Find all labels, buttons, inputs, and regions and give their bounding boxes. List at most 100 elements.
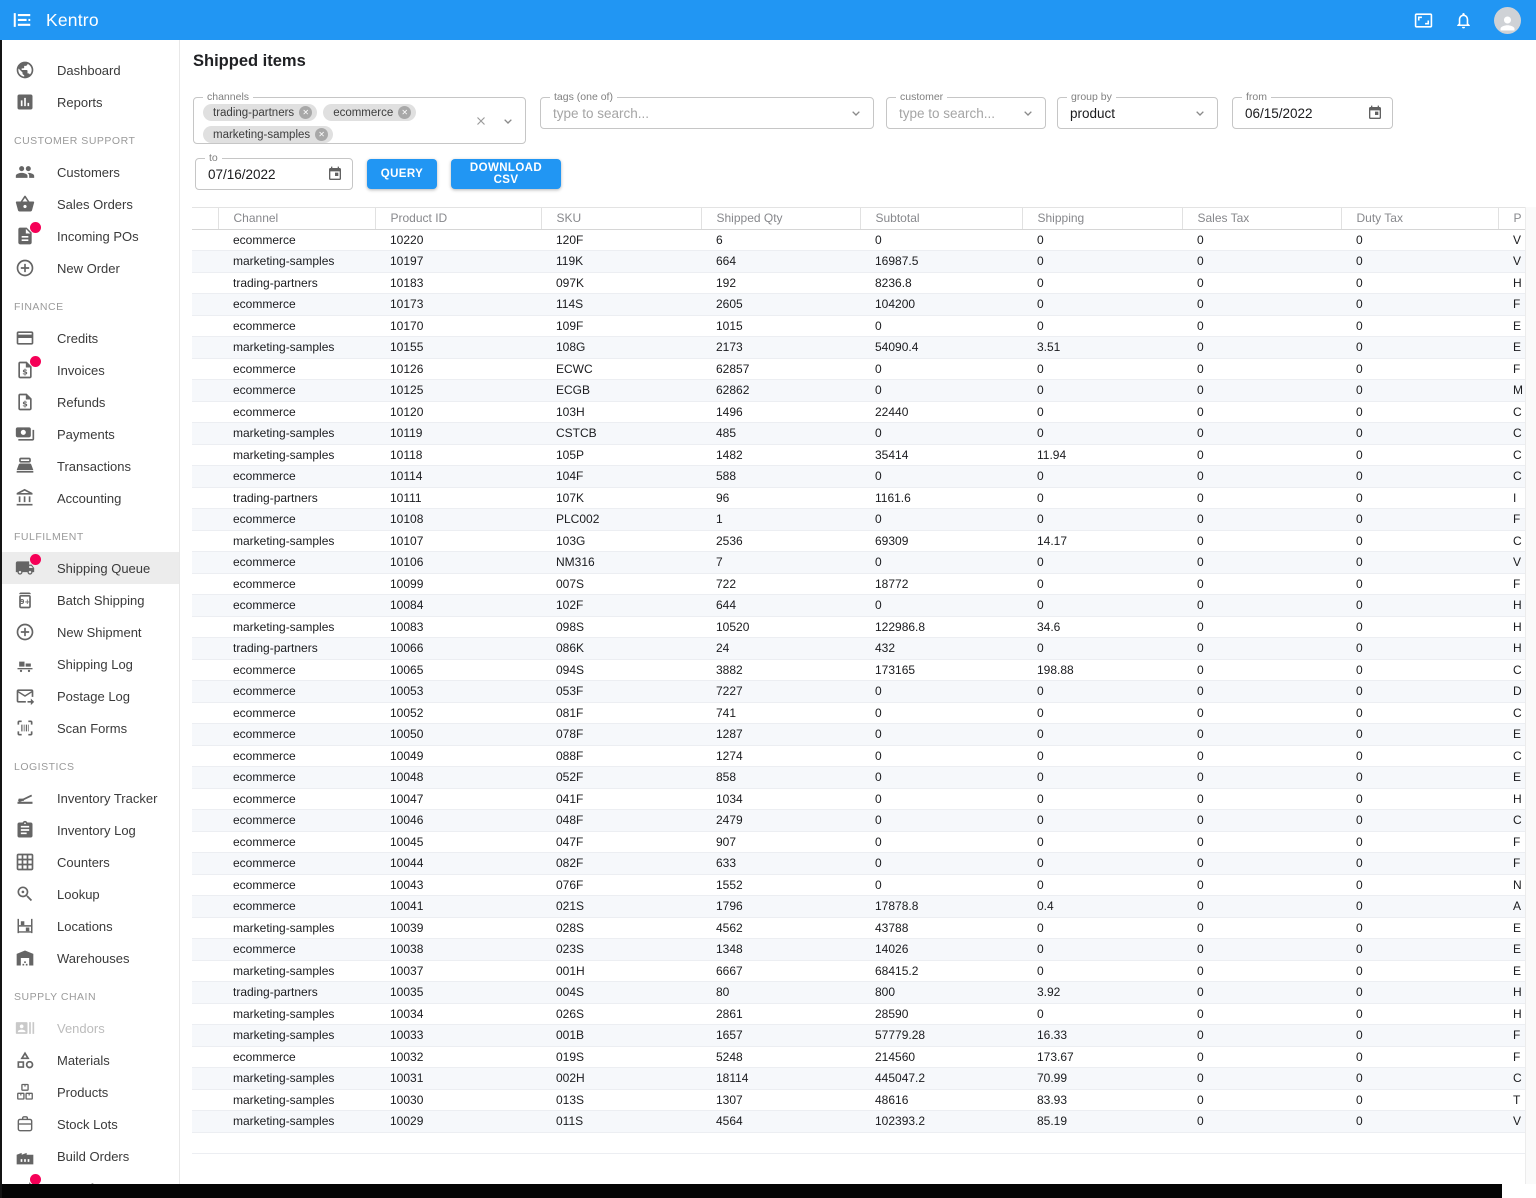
customer-field[interactable]: customer xyxy=(886,97,1046,129)
table-row[interactable]: ecommerce10099007S72218772000F xyxy=(192,573,1525,595)
table-row[interactable]: marketing-samples10155108G217354090.43.5… xyxy=(192,337,1525,359)
table-cell: 0 xyxy=(1341,853,1498,875)
table-row[interactable]: ecommerce10044082F6330000F xyxy=(192,853,1525,875)
sidebar-item-label: New Order xyxy=(57,261,120,276)
menu-icon[interactable] xyxy=(11,9,33,31)
table-cell: 0 xyxy=(1182,960,1341,982)
table-row[interactable]: marketing-samples10083098S10520122986.83… xyxy=(192,616,1525,638)
table-row[interactable]: ecommerce10043076F15520000N xyxy=(192,874,1525,896)
sidebar-item-shipping-log[interactable]: Shipping Log xyxy=(0,648,179,680)
sidebar-item-build-orders[interactable]: Build Orders xyxy=(0,1140,179,1172)
chevron-down-icon[interactable] xyxy=(1192,105,1208,121)
sidebar-item-vendors[interactable]: Vendors xyxy=(0,1012,179,1044)
fit-screen-icon[interactable] xyxy=(1414,11,1433,30)
sidebar-item-batch-shipping[interactable]: 9+Batch Shipping xyxy=(0,584,179,616)
table-row[interactable]: marketing-samples10037001H666768415.2000… xyxy=(192,960,1525,982)
sidebar-item-stock-lots[interactable]: Stock Lots xyxy=(0,1108,179,1140)
table-row[interactable]: ecommerce10045047F9070000F xyxy=(192,831,1525,853)
table-row[interactable]: ecommerce10047041F10340000H xyxy=(192,788,1525,810)
table-row[interactable]: marketing-samples10118105P14823541411.94… xyxy=(192,444,1525,466)
table-row[interactable]: marketing-samples10197119K66416987.5000V xyxy=(192,251,1525,273)
table-row[interactable]: marketing-samples10039028S456243788000E xyxy=(192,917,1525,939)
from-date-field[interactable]: from xyxy=(1232,97,1393,129)
sidebar-item-reports[interactable]: Reports xyxy=(0,86,179,118)
sidebar-item-lookup[interactable]: Lookup xyxy=(0,878,179,910)
table-row[interactable]: trading-partners10035004S808003.9200H xyxy=(192,982,1525,1004)
sidebar-item-payments[interactable]: Payments xyxy=(0,418,179,450)
channels-field[interactable]: channels trading-partners✕ecommerce✕mark… xyxy=(193,97,526,144)
table-row[interactable]: ecommerce10173114S2605104200000F xyxy=(192,294,1525,316)
table-row[interactable]: ecommerce10126ECWC628570000F xyxy=(192,358,1525,380)
table-row[interactable]: ecommerce10125ECGB628620000M xyxy=(192,380,1525,402)
sidebar-item-new-shipment[interactable]: New Shipment xyxy=(0,616,179,648)
sidebar-item-invoices[interactable]: $Invoices xyxy=(0,354,179,386)
table-row[interactable]: ecommerce10049088F12740000C xyxy=(192,745,1525,767)
sidebar-item-counters[interactable]: Counters xyxy=(0,846,179,878)
sidebar-item-scan-forms[interactable]: Scan Forms xyxy=(0,712,179,744)
sidebar-item-accounting[interactable]: Accounting xyxy=(0,482,179,514)
chevron-down-icon[interactable] xyxy=(1020,105,1036,121)
table-cell: 023S xyxy=(541,939,701,961)
chevron-down-icon[interactable] xyxy=(848,105,864,121)
table-row[interactable]: marketing-samples10033001B165757779.2816… xyxy=(192,1025,1525,1047)
table-row[interactable]: ecommerce10120103H149622440000C xyxy=(192,401,1525,423)
sidebar-item-warehouses[interactable]: Warehouses xyxy=(0,942,179,974)
table-row[interactable]: marketing-samples10029011S4564102393.285… xyxy=(192,1111,1525,1133)
table-row[interactable]: trading-partners10111107K961161.6000I xyxy=(192,487,1525,509)
to-date-field[interactable]: to xyxy=(195,158,353,190)
download-csv-button[interactable]: DOWNLOAD CSV xyxy=(451,159,561,189)
table-row[interactable]: ecommerce10050078F12870000E xyxy=(192,724,1525,746)
table-row[interactable]: ecommerce10106NM31670000V xyxy=(192,552,1525,574)
table-row[interactable]: marketing-samples10107103G25366930914.17… xyxy=(192,530,1525,552)
table-row[interactable]: ecommerce10065094S3882173165198.8800C xyxy=(192,659,1525,681)
sidebar-item-products[interactable]: Products xyxy=(0,1076,179,1108)
calendar-icon[interactable] xyxy=(327,166,343,182)
avatar[interactable] xyxy=(1494,7,1521,34)
sidebar-item-locations[interactable]: Locations xyxy=(0,910,179,942)
tags-field[interactable]: tags (one of) xyxy=(540,97,874,129)
chip-delete-icon[interactable]: ✕ xyxy=(299,106,312,119)
table-row[interactable]: marketing-samples10031002H18114445047.27… xyxy=(192,1068,1525,1090)
sidebar-item-dashboard[interactable]: Dashboard xyxy=(0,54,179,86)
table-row[interactable]: ecommerce10108PLC00210000F xyxy=(192,509,1525,531)
sidebar-item-sales-orders[interactable]: Sales Orders xyxy=(0,188,179,220)
chevron-down-icon[interactable] xyxy=(500,113,516,129)
table-row[interactable]: ecommerce10170109F10150000E xyxy=(192,315,1525,337)
sidebar-item-incoming-pos[interactable]: Incoming POs xyxy=(0,220,179,252)
sidebar-item-credits[interactable]: Credits xyxy=(0,322,179,354)
sidebar-item-transactions[interactable]: Transactions xyxy=(0,450,179,482)
table-row[interactable]: marketing-samples10119CSTCB4850000C xyxy=(192,423,1525,445)
table-row-partial[interactable] xyxy=(192,1132,1525,1154)
table-row[interactable]: trading-partners10066086K24432000H xyxy=(192,638,1525,660)
sidebar-item-shipping-queue[interactable]: Shipping Queue xyxy=(0,552,179,584)
table-scrollbar[interactable] xyxy=(1525,207,1536,1184)
table-row[interactable]: ecommerce10052081F7410000C xyxy=(192,702,1525,724)
chip-delete-icon[interactable]: ✕ xyxy=(315,128,328,141)
sidebar-item-postage-log[interactable]: Postage Log xyxy=(0,680,179,712)
table-row[interactable]: trading-partners10183097K1928236.8000H xyxy=(192,272,1525,294)
table-row[interactable]: ecommerce10046048F24790000C xyxy=(192,810,1525,832)
calendar-icon[interactable] xyxy=(1367,105,1383,121)
sidebar-item-materials[interactable]: Materials xyxy=(0,1044,179,1076)
chip-delete-icon[interactable]: ✕ xyxy=(398,106,411,119)
table-row[interactable]: ecommerce10032019S5248214560173.6700F xyxy=(192,1046,1525,1068)
notifications-icon[interactable] xyxy=(1454,11,1473,30)
table-row[interactable]: ecommerce10220120F60000V xyxy=(192,229,1525,251)
table-row[interactable]: ecommerce10114104F5880000C xyxy=(192,466,1525,488)
row-spacer xyxy=(192,272,218,294)
sidebar-item-refunds[interactable]: $Refunds xyxy=(0,386,179,418)
sidebar-item-inventory-tracker[interactable]: Inventory Tracker xyxy=(0,782,179,814)
table-row[interactable]: ecommerce10053053F72270000D xyxy=(192,681,1525,703)
sidebar-item-new-order[interactable]: New Order xyxy=(0,252,179,284)
table-row[interactable]: ecommerce10084102F6440000H xyxy=(192,595,1525,617)
table-row[interactable]: ecommerce10038023S134814026000E xyxy=(192,939,1525,961)
group-by-field[interactable]: group by xyxy=(1057,97,1218,129)
sidebar-item-customers[interactable]: Customers xyxy=(0,156,179,188)
table-row[interactable]: marketing-samples10030013S13074861683.93… xyxy=(192,1089,1525,1111)
query-button[interactable]: QUERY xyxy=(367,159,437,189)
sidebar-item-inventory-log[interactable]: Inventory Log xyxy=(0,814,179,846)
clear-icon[interactable] xyxy=(474,114,488,128)
table-row[interactable]: marketing-samples10034026S286128590000H xyxy=(192,1003,1525,1025)
table-row[interactable]: ecommerce10041021S179617878.80.400A xyxy=(192,896,1525,918)
table-row[interactable]: ecommerce10048052F8580000E xyxy=(192,767,1525,789)
